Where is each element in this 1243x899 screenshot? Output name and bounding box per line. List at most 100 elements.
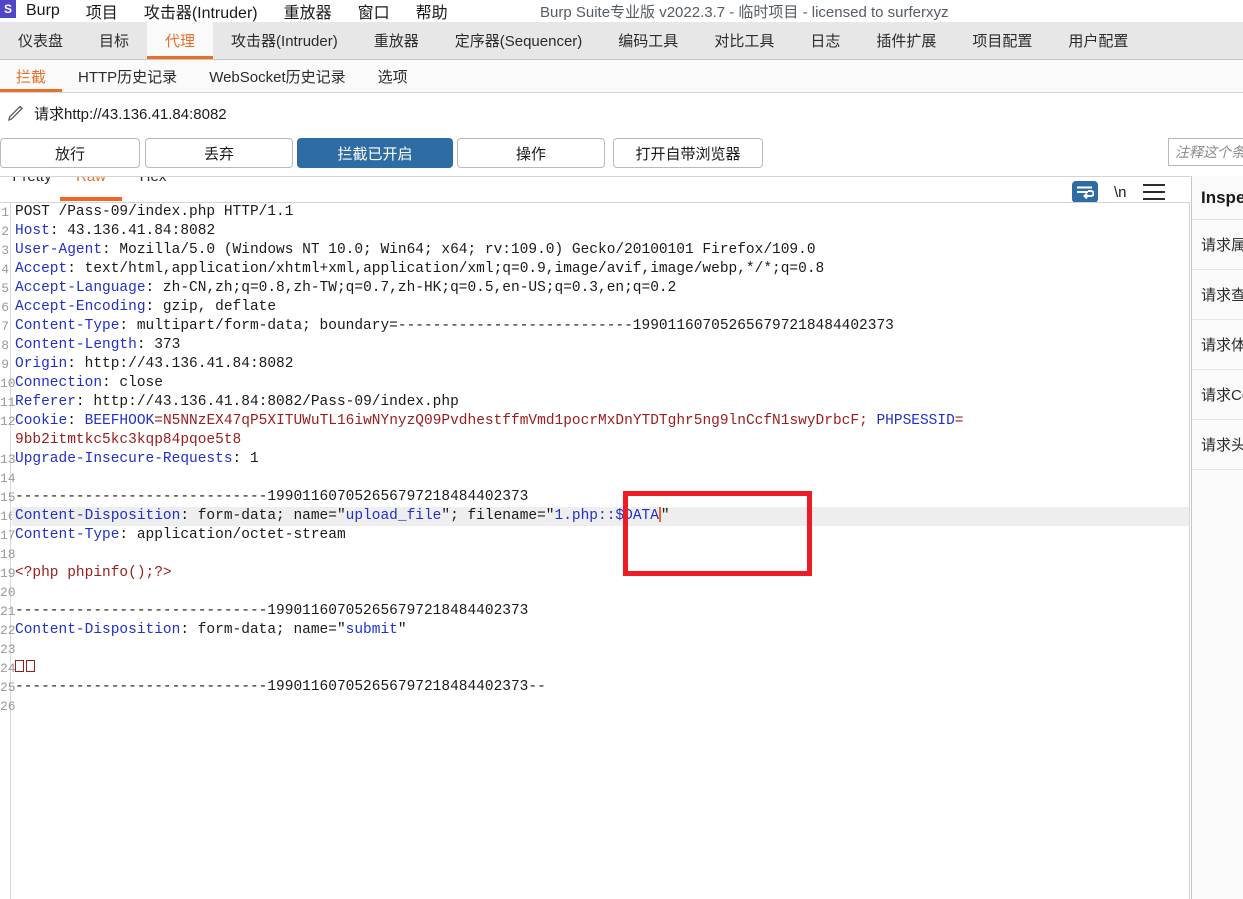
menu-item-project[interactable]: 项目 (86, 0, 118, 22)
code-line[interactable] (12, 640, 1189, 659)
proxy-sub-tab-strip: 拦截 HTTP历史记录 WebSocket历史记录 选项 (0, 60, 1243, 93)
code-line[interactable]: Content-Type: multipart/form-data; bound… (12, 317, 1189, 336)
intercept-action-row: 放行 丢弃 拦截已开启 操作 打开自带浏览器 (0, 136, 1243, 170)
word-wrap-icon[interactable] (1072, 181, 1098, 203)
menu-item-window[interactable]: 窗口 (358, 0, 390, 22)
line-number: 9 (1, 357, 9, 372)
pencil-icon (8, 105, 23, 122)
subtab-http-history[interactable]: HTTP历史记录 (62, 60, 193, 92)
code-line[interactable] (12, 469, 1189, 488)
code-segment: -----------------------------19901160705… (15, 679, 546, 695)
tab-repeater[interactable]: 重放器 (356, 22, 437, 59)
tab-target[interactable]: 目标 (81, 22, 147, 59)
comment-input[interactable] (1168, 138, 1243, 166)
inspector-row-request-cookies[interactable]: 请求Cookies (1192, 370, 1243, 420)
code-line[interactable] (12, 583, 1189, 602)
line-number-gutter: 1 2 3 4 5 6 7 8 9 10 11 12 13 14 15 16 17 18 19 20 21 22 23 24 2… (0, 203, 16, 899)
title-bar: S Burp 项目 攻击器(Intruder) 重放器 窗口 帮助 Burp S… (0, 0, 1243, 22)
code-line[interactable]: Accept: text/html,application/xhtml+xml,… (12, 260, 1189, 279)
code-segment: -----------------------------19901160705… (15, 603, 529, 619)
code-line[interactable]: -----------------------------19901160705… (12, 602, 1189, 621)
code-segment: Content-Length (15, 337, 137, 353)
open-browser-button[interactable]: 打开自带浏览器 (613, 138, 763, 168)
tab-sequencer[interactable]: 定序器(Sequencer) (437, 22, 601, 59)
line-number: 14 (0, 471, 16, 486)
code-line[interactable]: Host: 43.136.41.84:8082 (12, 222, 1189, 241)
code-segment: 1.php::$DATA (554, 508, 659, 524)
inspector-row-request-body-params[interactable]: 请求体参数 (1192, 320, 1243, 370)
code-segment: -----------------------------19901160705… (15, 489, 529, 505)
code-line[interactable]: Upgrade-Insecure-Requests: 1 (12, 450, 1189, 469)
line-number: 20 (0, 585, 16, 600)
line-number: 21 (0, 604, 16, 619)
code-segment: : 373 (136, 337, 181, 353)
intercept-toggle-button[interactable]: 拦截已开启 (297, 138, 453, 168)
subtab-websocket-history[interactable]: WebSocket历史记录 (193, 60, 361, 92)
code-segment: =N5NNzEX47qP5XITUWuTL16iwNYnyzQ09Pvdhest… (154, 413, 877, 429)
tab-project-options[interactable]: 项目配置 (954, 22, 1050, 59)
code-segment: Content-Disposition (15, 622, 181, 638)
code-line[interactable]: Content-Disposition: form-data; name="su… (12, 621, 1189, 640)
action-button[interactable]: 操作 (457, 138, 605, 168)
code-line[interactable]: POST /Pass-09/index.php HTTP/1.1 (12, 203, 1189, 222)
code-line[interactable]: Content-Disposition: form-data; name="up… (12, 507, 1189, 526)
code-segment: submit (345, 622, 398, 638)
menu-item-burp[interactable]: Burp (26, 2, 60, 20)
code-segment: upload_file (345, 508, 442, 524)
tab-comparer[interactable]: 对比工具 (696, 22, 792, 59)
line-number: 7 (1, 319, 9, 334)
request-raw-text[interactable]: POST /Pass-09/index.php HTTP/1.1 Host: 43… (12, 203, 1189, 899)
hamburger-menu-icon[interactable] (1142, 184, 1165, 200)
tab-user-options[interactable]: 用户配置 (1050, 22, 1146, 59)
code-line[interactable] (12, 697, 1189, 716)
code-line[interactable]: -----------------------------19901160705… (12, 488, 1189, 507)
tab-intruder[interactable]: 攻击器(Intruder) (213, 22, 356, 59)
code-line[interactable]: 9bb2itmtkc5kc3kqp84pqoe5t8 (12, 431, 1189, 450)
tab-extender[interactable]: 插件扩展 (858, 22, 954, 59)
menu-item-intruder[interactable]: 攻击器(Intruder) (144, 0, 258, 22)
line-number: 3 (1, 243, 9, 258)
tab-logger[interactable]: 日志 (792, 22, 858, 59)
code-line[interactable]: User-Agent: Mozilla/5.0 (Windows NT 10.0… (12, 241, 1189, 260)
editor-tab-hex[interactable]: Hex (128, 177, 178, 189)
code-line[interactable]: -----------------------------19901160705… (12, 678, 1189, 697)
tab-decoder[interactable]: 编码工具 (600, 22, 696, 59)
code-segment: : form-data; name=" (180, 508, 346, 524)
subtab-options[interactable]: 选项 (362, 60, 424, 92)
editor-tab-pretty[interactable]: Pretty (8, 177, 56, 189)
code-segment: "; filename=" (441, 508, 555, 524)
code-segment: Cookie (15, 413, 68, 429)
code-segment: BEEFHOOK (84, 413, 155, 429)
inspector-row-request-attributes[interactable]: 请求属性 (1192, 220, 1243, 270)
code-line[interactable]: Content-Length: 373 (12, 336, 1189, 355)
code-line[interactable]: Origin: http://43.136.41.84:8082 (12, 355, 1189, 374)
code-line[interactable]: Connection: close (12, 374, 1189, 393)
code-line[interactable]: <?php phpinfo();?> (12, 564, 1189, 583)
line-number: 23 (0, 642, 16, 657)
code-line[interactable]: Content-Type: application/octet-stream (12, 526, 1189, 545)
code-segment: : multipart/form-data; boundary=--------… (119, 318, 894, 334)
code-line[interactable]: Referer: http://43.136.41.84:8082/Pass-0… (12, 393, 1189, 412)
line-number: 18 (0, 547, 16, 562)
drop-button[interactable]: 丢弃 (145, 138, 293, 168)
inspector-row-request-headers[interactable]: 请求头 (1192, 420, 1243, 470)
menu-item-repeater[interactable]: 重放器 (284, 0, 332, 22)
tab-proxy[interactable]: 代理 (147, 22, 214, 59)
line-number: 11 (0, 395, 16, 410)
menu-item-help[interactable]: 帮助 (416, 0, 448, 22)
line-number (0, 431, 10, 450)
forward-button[interactable]: 放行 (0, 138, 140, 168)
line-number: 13 (0, 452, 16, 467)
request-editor[interactable]: 1 2 3 4 5 6 7 8 9 10 11 12 13 14 15 16 17 18 19 20 21 22 23 24 2… (0, 202, 1190, 899)
code-line[interactable]: Accept-Language: zh-CN,zh;q=0.8,zh-TW;q=… (12, 279, 1189, 298)
tab-dashboard[interactable]: 仪表盘 (0, 22, 81, 59)
show-newlines-icon[interactable]: \n (1114, 184, 1127, 201)
subtab-intercept[interactable]: 拦截 (0, 60, 63, 92)
code-line[interactable] (12, 659, 1189, 678)
editor-tab-raw[interactable]: Raw (60, 177, 122, 201)
code-line[interactable]: Cookie: BEEFHOOK=N5NNzEX47qP5XITUWuTL16i… (12, 412, 1189, 431)
code-line[interactable]: Accept-Encoding: gzip, deflate (12, 298, 1189, 317)
code-line[interactable] (12, 545, 1189, 564)
inspector-row-request-query-params[interactable]: 请求查询参数 (1192, 270, 1243, 320)
code-segment: User-Agent (15, 242, 103, 258)
